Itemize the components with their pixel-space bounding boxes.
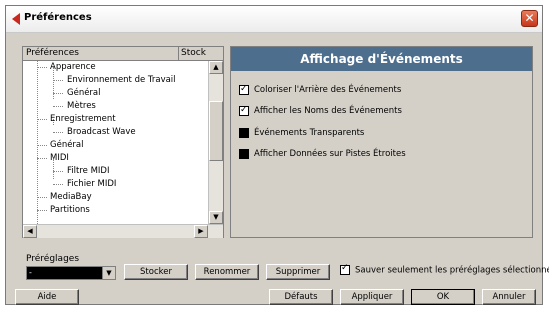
- store-button[interactable]: Stocker: [124, 264, 188, 280]
- tree-item-apparence[interactable]: Apparence: [50, 61, 96, 74]
- tree-item-environnement[interactable]: Environnement de Travail: [67, 74, 176, 87]
- window-title: Préférences: [24, 12, 92, 23]
- delete-button[interactable]: Supprimer: [266, 264, 330, 280]
- cancel-button[interactable]: Annuler: [482, 289, 536, 305]
- tree-header: Préférences Stock: [23, 47, 223, 61]
- presets-label: Préréglages: [26, 254, 80, 264]
- tree-item-metres[interactable]: Mètres: [67, 100, 96, 113]
- defaults-button[interactable]: Défauts: [269, 289, 333, 305]
- save-selected-label: Sauver seulement les préréglages sélecti…: [355, 265, 549, 276]
- checkbox-checked[interactable]: [340, 263, 350, 275]
- dropdown-arrow-icon: ▼: [102, 267, 115, 279]
- save-selected-presets-option[interactable]: Sauver seulement les préréglages sélecti…: [340, 263, 549, 276]
- close-button[interactable]: ✕: [521, 10, 538, 27]
- ok-button[interactable]: OK: [411, 289, 475, 305]
- tree-item-fichier-midi[interactable]: Fichier MIDI: [67, 178, 116, 191]
- tree-line: [37, 61, 38, 224]
- preferences-window: Préférences ✕ Préférences Stock Apparenc…: [5, 5, 549, 305]
- option-label: Événements Transparents: [254, 128, 365, 138]
- tree-item-enregistrement[interactable]: Enregistrement: [50, 113, 116, 126]
- tree-list: Apparence Environnement de Travail Génér…: [23, 61, 207, 224]
- close-icon: ✕: [524, 11, 535, 25]
- preferences-tree: Préférences Stock Apparence Environnemen…: [22, 46, 224, 238]
- tree-item-broadcast-wave[interactable]: Broadcast Wave: [67, 126, 136, 139]
- tree-column-header[interactable]: Préférences: [26, 48, 79, 58]
- stock-column-header[interactable]: Stock: [181, 48, 209, 58]
- checkbox-unchecked[interactable]: [239, 148, 249, 159]
- tree-item-partitions[interactable]: Partitions: [50, 204, 90, 217]
- option-label: Afficher Données sur Pistes Étroites: [254, 149, 406, 159]
- rename-button[interactable]: Renommer: [195, 264, 259, 280]
- scroll-left-button[interactable]: ◀: [23, 225, 37, 238]
- panel-title: Affichage d'Événements: [231, 47, 532, 71]
- event-display-panel: Affichage d'Événements Coloriser l'Arriè…: [230, 46, 533, 238]
- tree-item-midi[interactable]: MIDI: [50, 152, 69, 165]
- apply-button[interactable]: Appliquer: [340, 289, 404, 305]
- option-transparent-events[interactable]: Événements Transparents: [239, 127, 364, 139]
- scroll-down-button[interactable]: ▼: [209, 211, 223, 224]
- scroll-up-button[interactable]: ▲: [209, 61, 223, 74]
- presets-value: -: [29, 268, 32, 277]
- option-show-data-narrow-tracks[interactable]: Afficher Données sur Pistes Étroites: [239, 148, 406, 160]
- tree-vertical-scrollbar[interactable]: ▲ ▼: [208, 61, 223, 224]
- title-bar: Préférences ✕: [6, 6, 542, 33]
- presets-dropdown[interactable]: - ▼: [26, 266, 116, 280]
- tree-horizontal-scrollbar[interactable]: ◀ ▶: [23, 224, 223, 238]
- tree-item-general[interactable]: Général: [50, 139, 84, 152]
- column-divider[interactable]: [178, 47, 179, 60]
- option-colorize-background[interactable]: Coloriser l'Arrière des Événements: [239, 83, 402, 96]
- app-logo-icon: [12, 13, 20, 25]
- chevron-left-icon: ◀: [27, 227, 33, 235]
- chevron-up-icon: ▲: [213, 63, 219, 71]
- tree-item-filtre-midi[interactable]: Filtre MIDI: [67, 165, 109, 178]
- option-show-event-names[interactable]: Afficher les Noms des Événements: [239, 104, 402, 117]
- scroll-thumb[interactable]: [209, 101, 223, 161]
- option-label: Coloriser l'Arrière des Événements: [254, 85, 402, 95]
- scroll-right-button[interactable]: ▶: [194, 225, 208, 238]
- option-label: Afficher les Noms des Événements: [254, 106, 402, 116]
- checkbox-checked[interactable]: [239, 104, 249, 116]
- help-button[interactable]: Aide: [15, 289, 79, 305]
- tree-item-mediabay[interactable]: MediaBay: [50, 191, 92, 204]
- chevron-right-icon: ▶: [198, 227, 204, 235]
- checkbox-checked[interactable]: [239, 83, 249, 95]
- tree-item-general-apparence[interactable]: Général: [67, 87, 101, 100]
- checkbox-unchecked[interactable]: [239, 127, 249, 138]
- chevron-down-icon: ▼: [213, 213, 219, 221]
